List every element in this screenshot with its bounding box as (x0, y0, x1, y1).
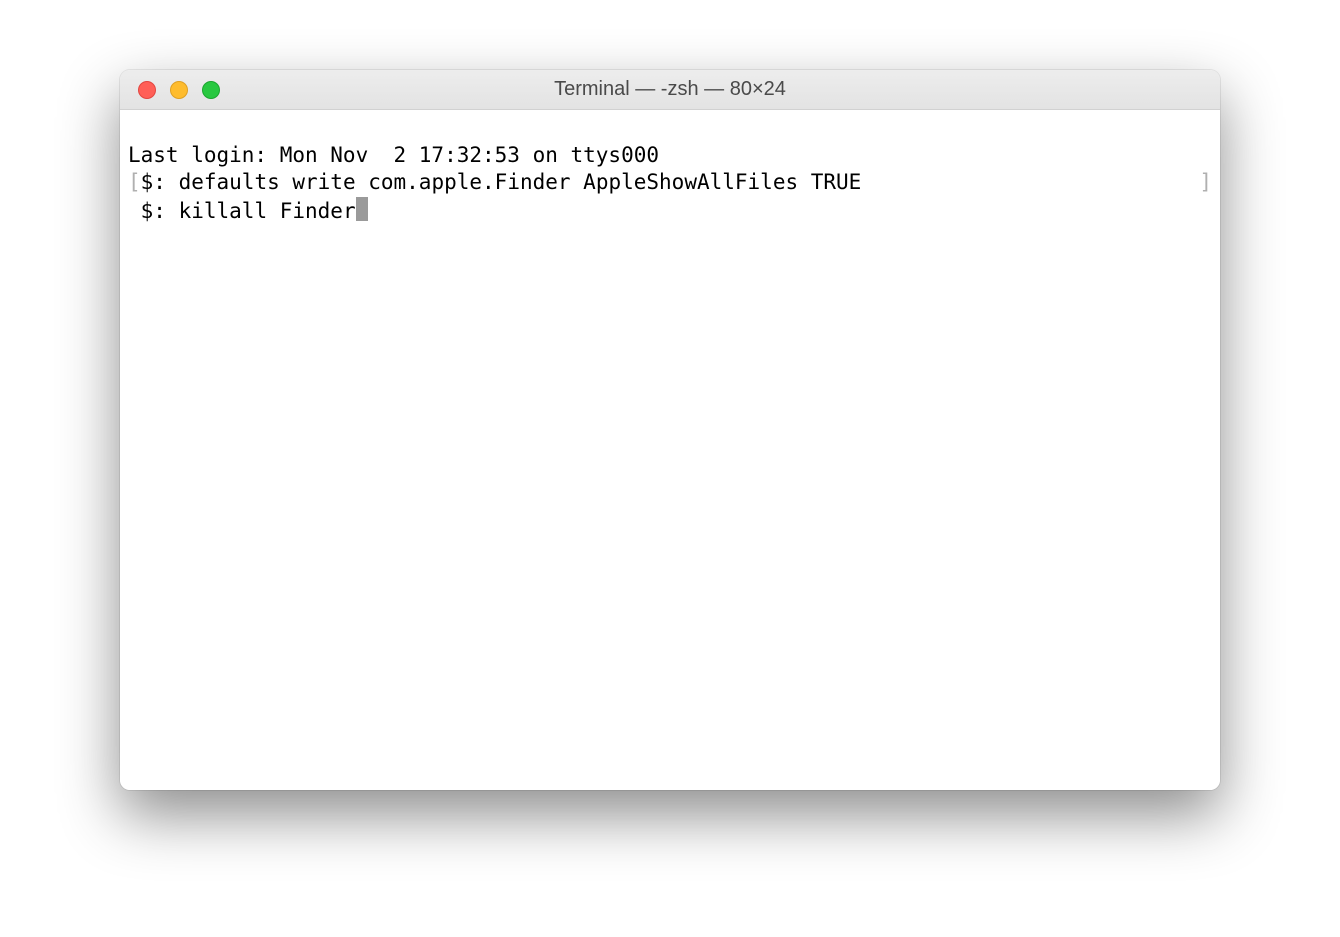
terminal-window: Terminal — -zsh — 80×24 Last login: Mon … (120, 70, 1220, 790)
traffic-lights (120, 81, 220, 99)
maximize-button[interactable] (202, 81, 220, 99)
minimize-button[interactable] (170, 81, 188, 99)
cursor-icon (356, 197, 368, 221)
terminal-line: [$: defaults write com.apple.Finder Appl… (128, 169, 1212, 197)
terminal-body[interactable]: Last login: Mon Nov 2 17:32:53 on ttys00… (120, 110, 1220, 790)
command-text: defaults write com.apple.Finder AppleSho… (179, 170, 862, 194)
terminal-line: $: killall Finder (128, 197, 1212, 226)
titlebar[interactable]: Terminal — -zsh — 80×24 (120, 70, 1220, 110)
close-button[interactable] (138, 81, 156, 99)
close-bracket-icon: ] (1199, 169, 1212, 197)
terminal-line: Last login: Mon Nov 2 17:32:53 on ttys00… (128, 142, 1212, 170)
last-login-text: Last login: Mon Nov 2 17:32:53 on ttys00… (128, 143, 659, 167)
prompt: $: (141, 170, 179, 194)
open-bracket-icon: [ (128, 170, 141, 194)
command-text: killall Finder (179, 199, 356, 223)
window-title: Terminal — -zsh — 80×24 (120, 78, 1220, 101)
prompt: $: (141, 199, 179, 223)
